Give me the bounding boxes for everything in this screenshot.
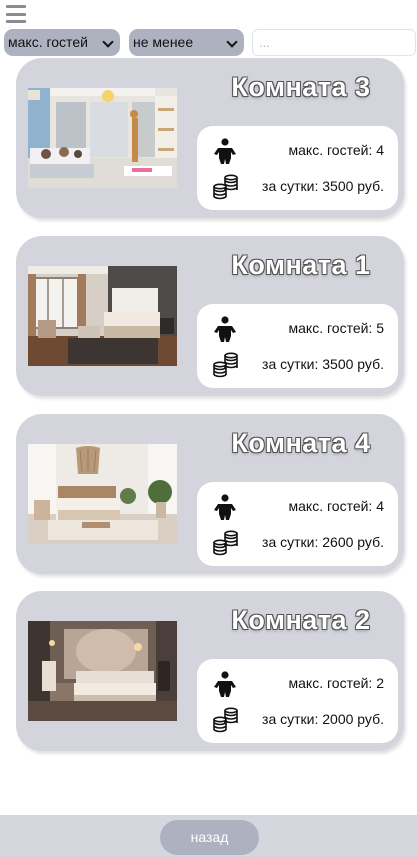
room-title: Комната 4 bbox=[231, 428, 371, 458]
room-price-row: за сутки: 2600 руб. bbox=[197, 528, 398, 558]
room-guests-text: макс. гостей: 5 bbox=[288, 320, 384, 336]
guests-filter-select[interactable]: макс. гостей bbox=[4, 29, 120, 56]
room-photo bbox=[28, 621, 177, 721]
room-title: Комната 1 bbox=[231, 250, 371, 280]
coins-icon bbox=[213, 707, 238, 733]
room-card[interactable]: Комната 3 макс. гостей: 4 за сутки: 3500… bbox=[16, 58, 404, 218]
room-price-text: за сутки: 2600 руб. bbox=[262, 534, 384, 550]
room-list-page: макс. гостей не менее ... Комната 3 макс… bbox=[0, 0, 417, 857]
guests-filter-value: макс. гостей bbox=[8, 34, 88, 50]
room-info-box: макс. гостей: 4 за сутки: 3500 руб. bbox=[197, 126, 398, 210]
room-price-text: за сутки: 3500 руб. bbox=[262, 356, 384, 372]
room-title: Комната 2 bbox=[231, 605, 371, 635]
room-guests-row: макс. гостей: 2 bbox=[197, 669, 398, 699]
room-guests-row: макс. гостей: 4 bbox=[197, 136, 398, 166]
coins-icon bbox=[213, 174, 238, 200]
room-price-text: за сутки: 2000 руб. bbox=[262, 711, 384, 727]
person-icon bbox=[214, 316, 236, 342]
room-guests-row: макс. гостей: 5 bbox=[197, 314, 398, 344]
room-photo bbox=[28, 266, 177, 366]
room-info-box: макс. гостей: 5 за сутки: 3500 руб. bbox=[197, 304, 398, 388]
room-card[interactable]: Комната 1 макс. гостей: 5 за сутки: 3500… bbox=[16, 236, 404, 396]
room-photo bbox=[28, 444, 177, 544]
coins-icon bbox=[213, 352, 238, 378]
room-guests-text: макс. гостей: 4 bbox=[288, 142, 384, 158]
condition-filter-value: не менее bbox=[133, 34, 194, 50]
person-icon bbox=[214, 494, 236, 520]
chevron-down-icon bbox=[102, 36, 114, 48]
chevron-down-icon bbox=[226, 36, 238, 48]
coins-icon bbox=[213, 530, 238, 556]
room-price-row: за сутки: 3500 руб. bbox=[197, 350, 398, 380]
room-title: Комната 3 bbox=[231, 72, 371, 102]
room-price-row: за сутки: 2000 руб. bbox=[197, 705, 398, 735]
room-price-text: за сутки: 3500 руб. bbox=[262, 178, 384, 194]
room-price-row: за сутки: 3500 руб. bbox=[197, 172, 398, 202]
person-icon bbox=[214, 138, 236, 164]
room-guests-text: макс. гостей: 2 bbox=[288, 675, 384, 691]
room-photo bbox=[28, 88, 177, 188]
room-guests-row: макс. гостей: 4 bbox=[197, 492, 398, 522]
person-icon bbox=[214, 671, 236, 697]
hamburger-menu-icon[interactable] bbox=[6, 5, 26, 23]
room-guests-text: макс. гостей: 4 bbox=[288, 498, 384, 514]
filter-bar: макс. гостей не менее bbox=[4, 29, 416, 56]
back-button[interactable]: назад bbox=[160, 820, 259, 855]
room-info-box: макс. гостей: 2 за сутки: 2000 руб. bbox=[197, 659, 398, 743]
room-info-box: макс. гостей: 4 за сутки: 2600 руб. bbox=[197, 482, 398, 566]
filter-value-input[interactable] bbox=[252, 29, 416, 56]
room-card[interactable]: Комната 2 макс. гостей: 2 за сутки: 2000… bbox=[16, 591, 404, 751]
condition-filter-select[interactable]: не менее bbox=[129, 29, 244, 56]
room-card[interactable]: Комната 4 макс. гостей: 4 за сутки: 2600… bbox=[16, 414, 404, 574]
bottom-bar: назад bbox=[0, 815, 417, 857]
